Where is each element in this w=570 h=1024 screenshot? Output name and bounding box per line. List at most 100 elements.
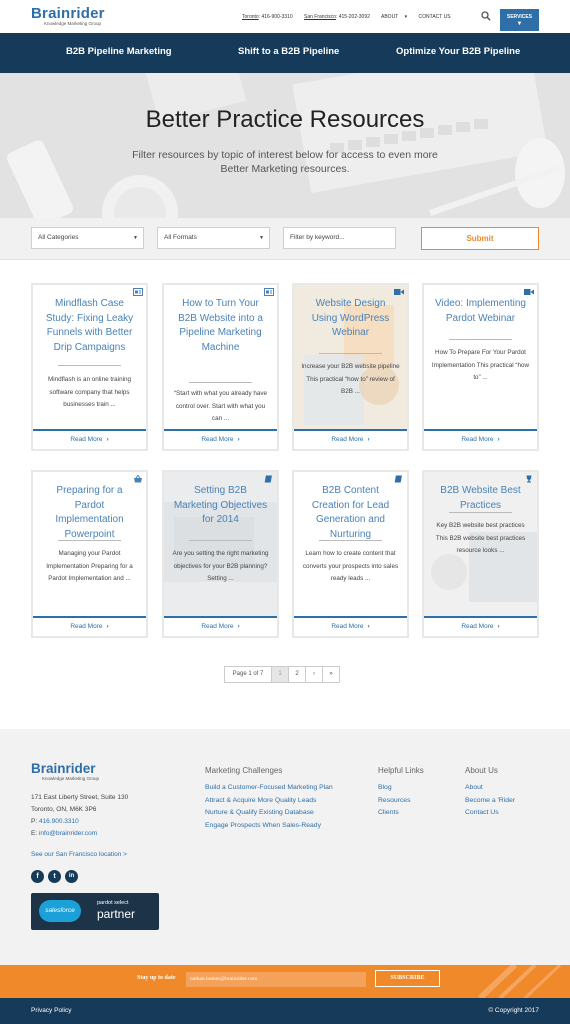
card-title[interactable]: Setting B2B Marketing Objectives for 201… (172, 484, 269, 528)
trophy-icon (526, 475, 532, 483)
footer-link[interactable]: Clients (378, 807, 424, 820)
format-value: All Formats (164, 234, 197, 241)
resource-card[interactable]: Video: Implementing Pardot Webinar How T… (422, 283, 539, 451)
toronto-phone: : 416-900-3310 (258, 14, 293, 20)
card-divider (58, 365, 121, 366)
card-title[interactable]: Mindflash Case Study: Fixing Leaky Funne… (41, 297, 138, 355)
twitter-icon[interactable]: t (48, 870, 61, 883)
pardot-partner-badge: salesforce pardot select partner (31, 893, 159, 930)
contact-link[interactable]: CONTACT US (419, 14, 451, 20)
search-icon[interactable] (481, 11, 491, 21)
subscribe-label: Stay up to date (137, 975, 176, 981)
about-menu[interactable]: ABOUT ▾ (381, 14, 412, 20)
bottom-bar: Privacy Policy © Copyright 2017 (0, 998, 570, 1024)
footer-logo-name: Brainrider (31, 761, 96, 776)
read-more-button[interactable]: Read More › (164, 616, 277, 636)
hero-banner: Better Practice Resources Filter resourc… (0, 73, 570, 218)
subscribe-email-input[interactable]: nathan.homer@brainrider.com (186, 972, 366, 987)
card-title[interactable]: B2B Website Best Practices (432, 484, 529, 513)
read-more-button[interactable]: Read More › (164, 429, 277, 449)
footer-email-link[interactable]: info@brainrider.com (39, 830, 97, 837)
resource-card[interactable]: Mindflash Case Study: Fixing Leaky Funne… (31, 283, 148, 451)
footer-link[interactable]: About (465, 782, 515, 795)
nav-item-optimize-b2b-pipeline[interactable]: Optimize Your B2B Pipeline (396, 46, 520, 57)
resource-card[interactable]: Website Design Using WordPress Webinar I… (292, 283, 409, 451)
resource-card[interactable]: Setting B2B Marketing Objectives for 201… (162, 470, 279, 638)
salesforce-logo: salesforce (39, 900, 81, 922)
card-excerpt: Managing your Pardot Implementation Prep… (46, 550, 133, 582)
services-button[interactable]: SERVICES ▼ (500, 9, 539, 31)
linkedin-icon[interactable]: in (65, 870, 78, 883)
privacy-policy-link[interactable]: Privacy Policy (31, 1007, 71, 1014)
sf-label: San Francisco (304, 14, 336, 20)
card-title[interactable]: Video: Implementing Pardot Webinar (432, 297, 529, 326)
subscribe-button[interactable]: SUBSCRIBE (375, 970, 440, 987)
brainrider-logo[interactable]: Brainrider Knowledge Marketing Group (31, 6, 105, 27)
sf-phone-link[interactable]: San Francisco: 415-202-3092 (304, 14, 375, 20)
read-more-button[interactable]: Read More › (424, 616, 537, 636)
submit-button[interactable]: Submit (421, 227, 539, 250)
next-page-button[interactable]: › (305, 666, 323, 683)
address-line-1: 171 East Liberty Street, Suite 130 (31, 794, 129, 801)
category-value: All Categories (38, 234, 79, 241)
email-label: E: (31, 830, 39, 837)
read-more-button[interactable]: Read More › (424, 429, 537, 449)
chevron-right-icon: › (106, 623, 109, 630)
resource-card[interactable]: How to Turn Your B2B Website into a Pipe… (162, 283, 279, 451)
decorative-shapes (477, 965, 562, 998)
address-line-2: Toronto, ON, M6K 3P6 (31, 806, 97, 813)
footer-col-heading: Helpful Links (378, 766, 424, 775)
footer-link[interactable]: Resources (378, 795, 424, 808)
chevron-down-icon: ▾ (404, 14, 408, 20)
resource-card[interactable]: Preparing for a Pardot Implementation Po… (31, 470, 148, 638)
chevron-down-icon: ▼ (516, 21, 523, 27)
toronto-phone-link[interactable]: Toronto: 416-900-3310 (242, 14, 298, 20)
read-more-label: Read More (70, 623, 103, 630)
footer-link[interactable]: Build a Customer-Focused Marketing Plan (205, 782, 333, 795)
nav-item-b2b-pipeline-marketing[interactable]: B2B Pipeline Marketing (66, 46, 172, 57)
read-more-button[interactable]: Read More › (33, 616, 146, 636)
facebook-icon[interactable]: f (31, 870, 44, 883)
read-more-button[interactable]: Read More › (33, 429, 146, 449)
footer-link[interactable]: Contact Us (465, 807, 515, 820)
card-excerpt: Key B2B website best practices This B2B … (435, 522, 526, 554)
format-select[interactable]: All Formats ▼ (157, 227, 270, 249)
resource-card[interactable]: B2B Content Creation for Lead Generation… (292, 470, 409, 638)
page-1-button[interactable]: 1 (271, 666, 289, 683)
card-title[interactable]: Preparing for a Pardot Implementation Po… (41, 484, 138, 542)
card-title[interactable]: How to Turn Your B2B Website into a Pipe… (172, 297, 269, 355)
last-page-button[interactable]: » (322, 666, 340, 683)
chevron-right-icon: › (497, 623, 500, 630)
footer-col-helpful-links: Helpful Links Blog Resources Clients (378, 766, 424, 820)
footer-phone-link[interactable]: 416.900.3310 (39, 818, 79, 825)
footer-link[interactable]: Nurture & Qualify Existing Database (205, 807, 333, 820)
footer-col-heading: Marketing Challenges (205, 766, 283, 775)
card-title[interactable]: Website Design Using WordPress Webinar (302, 297, 399, 341)
card-excerpt: “Start with what you already have contro… (173, 390, 268, 422)
footer-link[interactable]: Engage Prospects When Sales-Ready (205, 820, 333, 833)
card-divider (189, 382, 252, 383)
book-icon (264, 475, 272, 483)
card-title[interactable]: B2B Content Creation for Lead Generation… (302, 484, 399, 542)
sf-location-link[interactable]: See our San Francisco location > (31, 851, 127, 858)
category-select[interactable]: All Categories ▼ (31, 227, 144, 249)
footer: Brainrider Knowledge Marketing Group 171… (0, 729, 570, 965)
keyword-input[interactable]: Filter by keyword... (283, 227, 396, 249)
footer-link[interactable]: Blog (378, 782, 424, 795)
page-2-button[interactable]: 2 (288, 666, 306, 683)
chevron-right-icon: › (367, 623, 370, 630)
nav-item-shift-to-b2b-pipeline[interactable]: Shift to a B2B Pipeline (238, 46, 339, 57)
footer-logo[interactable]: Brainrider Knowledge Marketing Group (31, 761, 99, 782)
video-icon (524, 289, 534, 295)
card-excerpt: Mindflash is an online training software… (48, 376, 131, 408)
sf-phone: : 415-202-3092 (335, 14, 370, 20)
basket-icon (134, 475, 142, 483)
case-study-icon (264, 288, 274, 296)
footer-link[interactable]: Attract & Acquire More Quality Leads (205, 795, 333, 808)
read-more-button[interactable]: Read More › (294, 616, 407, 636)
read-more-button[interactable]: Read More › (294, 429, 407, 449)
chevron-right-icon: › (237, 623, 240, 630)
resource-card[interactable]: B2B Website Best Practices Key B2B websi… (422, 470, 539, 638)
read-more-label: Read More (331, 436, 364, 443)
footer-link[interactable]: Become a 'Rider (465, 795, 515, 808)
